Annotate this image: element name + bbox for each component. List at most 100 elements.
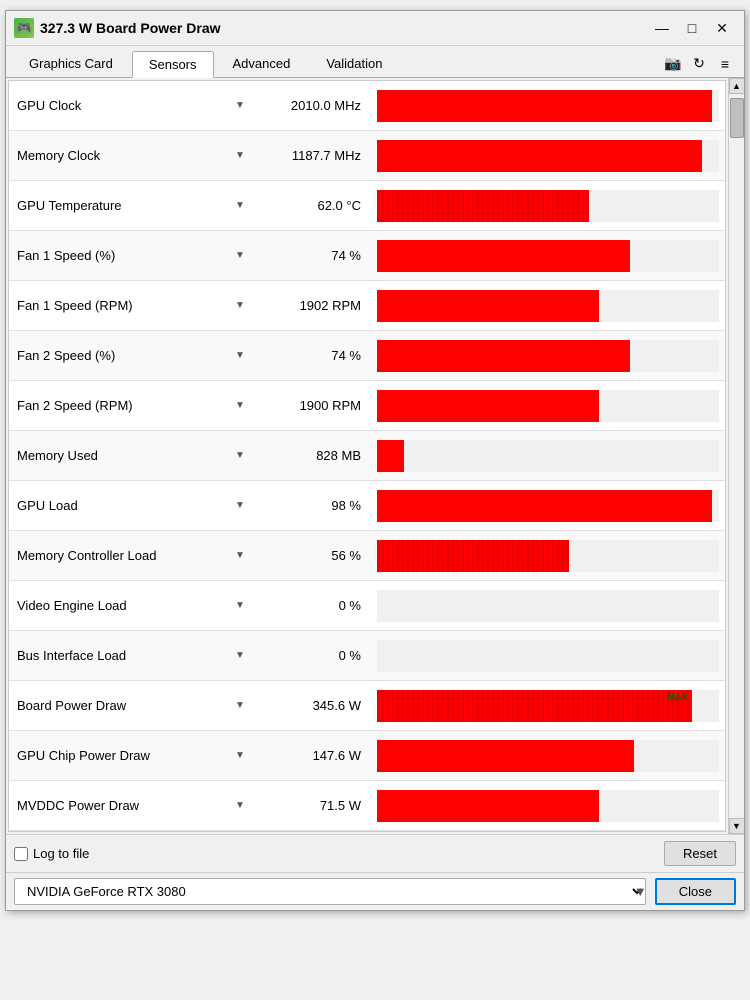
bar-container (377, 390, 719, 422)
sensor-dropdown-arrow[interactable]: ▼ (229, 250, 251, 261)
sensor-dropdown-arrow[interactable]: ▼ (229, 100, 251, 111)
bar-fill (377, 390, 599, 422)
menu-button[interactable]: ≡ (712, 53, 738, 75)
bottom-bar: Log to file Reset (6, 834, 744, 872)
tab-sensors[interactable]: Sensors (132, 51, 214, 78)
sensor-name: GPU Load (9, 498, 229, 513)
bar-max-label: MAX (668, 692, 688, 702)
sensor-dropdown-arrow[interactable]: ▼ (229, 400, 251, 411)
sensor-name: GPU Clock (9, 98, 229, 113)
sensor-bar-area (371, 790, 725, 822)
sensor-dropdown-arrow[interactable]: ▼ (229, 300, 251, 311)
sensor-value: 1902 RPM (251, 298, 371, 313)
tab-validation[interactable]: Validation (309, 50, 399, 77)
bar-fill (377, 740, 634, 772)
sensor-row: Memory Controller Load▼56 % (9, 531, 725, 581)
bar-container: MAX (377, 690, 719, 722)
sensor-dropdown-arrow[interactable]: ▼ (229, 700, 251, 711)
sensor-value: 1900 RPM (251, 398, 371, 413)
gpu-selector[interactable]: NVIDIA GeForce RTX 3080 (14, 878, 646, 905)
sensor-value: 0 % (251, 598, 371, 613)
camera-button[interactable]: 📷 (660, 53, 686, 75)
sensor-name: Fan 2 Speed (%) (9, 348, 229, 363)
bar-fill (377, 190, 589, 222)
bar-container (377, 790, 719, 822)
bar-container (377, 490, 719, 522)
sensor-row: Video Engine Load▼0 % (9, 581, 725, 631)
sensor-value: 147.6 W (251, 748, 371, 763)
log-to-file-checkbox[interactable] (14, 847, 28, 861)
sensor-row: GPU Chip Power Draw▼147.6 W (9, 731, 725, 781)
scroll-down-button[interactable]: ▼ (729, 818, 745, 834)
sensor-dropdown-arrow[interactable]: ▼ (229, 200, 251, 211)
close-title-button[interactable]: ✕ (708, 17, 736, 39)
bar-fill (377, 790, 599, 822)
sensor-bar-area (371, 590, 725, 622)
sensor-bar-area (371, 240, 725, 272)
bar-fill (377, 240, 630, 272)
log-to-file-label[interactable]: Log to file (14, 846, 89, 861)
window-title: 327.3 W Board Power Draw (40, 20, 648, 36)
sensor-value: 56 % (251, 548, 371, 563)
sensor-value: 2010.0 MHz (251, 98, 371, 113)
sensor-row: Board Power Draw▼345.6 WMAX (9, 681, 725, 731)
bar-container (377, 640, 719, 672)
sensor-list: GPU Clock▼2010.0 MHzMemory Clock▼1187.7 … (8, 80, 726, 832)
sensor-row: Fan 1 Speed (%)▼74 % (9, 231, 725, 281)
sensor-name: GPU Temperature (9, 198, 229, 213)
bar-fill (377, 490, 712, 522)
bar-container (377, 290, 719, 322)
sensor-bar-area: MAX (371, 690, 725, 722)
bar-container (377, 140, 719, 172)
sensor-name: MVDDC Power Draw (9, 798, 229, 813)
close-button[interactable]: Close (655, 878, 736, 905)
sensor-name: Fan 1 Speed (%) (9, 248, 229, 263)
sensor-bar-area (371, 490, 725, 522)
sensor-dropdown-arrow[interactable]: ▼ (229, 550, 251, 561)
scroll-up-button[interactable]: ▲ (729, 78, 745, 94)
sensor-bar-area (371, 390, 725, 422)
sensor-dropdown-arrow[interactable]: ▼ (229, 600, 251, 611)
bar-noise (377, 690, 692, 722)
sensor-row: GPU Clock▼2010.0 MHz (9, 81, 725, 131)
sensor-value: 98 % (251, 498, 371, 513)
sensor-value: 74 % (251, 248, 371, 263)
sensor-value: 71.5 W (251, 798, 371, 813)
bar-fill (377, 90, 712, 122)
scroll-thumb[interactable] (730, 98, 744, 138)
refresh-button[interactable]: ↻ (686, 53, 712, 75)
minimize-button[interactable]: — (648, 17, 676, 39)
reset-button[interactable]: Reset (664, 841, 736, 866)
sensor-row: Fan 1 Speed (RPM)▼1902 RPM (9, 281, 725, 331)
tab-graphics-card[interactable]: Graphics Card (12, 50, 130, 77)
sensor-row: Bus Interface Load▼0 % (9, 631, 725, 681)
sensor-row: MVDDC Power Draw▼71.5 W (9, 781, 725, 831)
sensor-rows: GPU Clock▼2010.0 MHzMemory Clock▼1187.7 … (9, 81, 725, 831)
footer-bar: NVIDIA GeForce RTX 3080 ▼ Close (6, 872, 744, 910)
sensor-name: GPU Chip Power Draw (9, 748, 229, 763)
sensor-name: Fan 1 Speed (RPM) (9, 298, 229, 313)
sensor-dropdown-arrow[interactable]: ▼ (229, 750, 251, 761)
bar-fill (377, 340, 630, 372)
scrollbar[interactable]: ▲ ▼ (728, 78, 744, 834)
sensor-dropdown-arrow[interactable]: ▼ (229, 350, 251, 361)
sensor-dropdown-arrow[interactable]: ▼ (229, 450, 251, 461)
sensor-dropdown-arrow[interactable]: ▼ (229, 150, 251, 161)
bar-container (377, 590, 719, 622)
sensor-dropdown-arrow[interactable]: ▼ (229, 650, 251, 661)
app-icon: 🎮 (14, 18, 34, 38)
tab-advanced[interactable]: Advanced (216, 50, 308, 77)
sensor-bar-area (371, 140, 725, 172)
title-controls: — □ ✕ (648, 17, 736, 39)
title-bar: 🎮 327.3 W Board Power Draw — □ ✕ (6, 11, 744, 46)
bar-noise (377, 190, 589, 222)
maximize-button[interactable]: □ (678, 17, 706, 39)
sensor-bar-area (371, 740, 725, 772)
sensor-name: Memory Clock (9, 148, 229, 163)
sensor-dropdown-arrow[interactable]: ▼ (229, 800, 251, 811)
sensor-bar-area (371, 440, 725, 472)
sensor-row: Fan 2 Speed (%)▼74 % (9, 331, 725, 381)
bar-fill (377, 440, 404, 472)
bar-fill (377, 540, 569, 572)
sensor-dropdown-arrow[interactable]: ▼ (229, 500, 251, 511)
